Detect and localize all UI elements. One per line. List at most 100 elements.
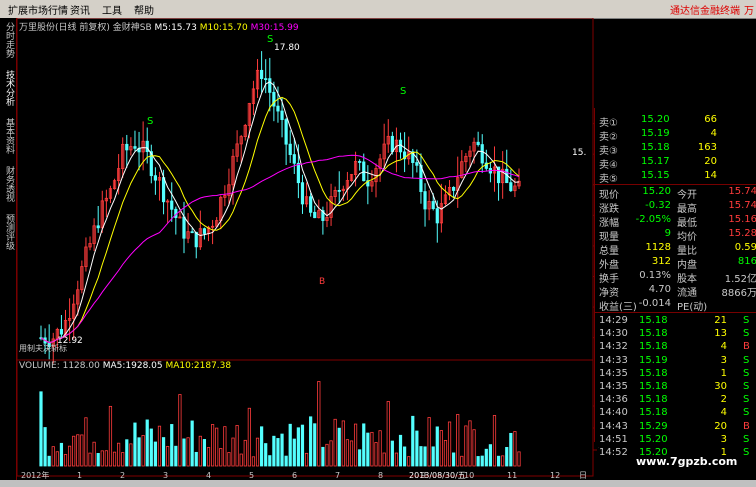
volume-bar <box>345 439 350 467</box>
sell-level-volume: 66 <box>704 114 717 125</box>
menu-tools[interactable]: 工具 <box>102 2 122 17</box>
tick-side: B <box>743 420 750 432</box>
tab-fundamentals[interactable]: 基本资料 <box>1 118 14 154</box>
volume-bar <box>431 446 435 467</box>
volume-bar <box>117 442 121 467</box>
tick-time: 14:40 <box>599 407 628 419</box>
quote-field-row[interactable]: 总量 1128 量比 0.59 <box>599 242 756 257</box>
kline-chart-svg[interactable]: 16.5016.0015.5015.0014.5014.0013.5013.00… <box>16 17 623 480</box>
tick-row[interactable]: 14:43 15.29 20 B <box>599 421 755 434</box>
quote-field-value: 9 <box>664 228 671 239</box>
sell-level-row[interactable]: 卖④ 15.17 20 <box>599 156 755 171</box>
quote-field-label: 净资 <box>599 288 619 299</box>
tick-volume: 3 <box>720 354 727 366</box>
tick-row[interactable]: 14:29 15.18 21 S <box>599 315 755 328</box>
quote-field-row[interactable]: 净资 4.70 流通 8866万 <box>599 284 756 299</box>
tick-time: 14:29 <box>599 315 628 326</box>
sell-level-price: 15.18 <box>641 142 670 153</box>
quote-field-label-2: 股本 <box>677 274 697 285</box>
sell-level-row[interactable]: 卖⑤ 15.15 14 <box>599 170 755 185</box>
volume-bar <box>398 434 403 467</box>
tick-row[interactable]: 14:35 15.18 30 S <box>599 381 755 394</box>
volume-bar <box>505 447 509 467</box>
quote-field-row[interactable]: 现价 15.20 今开 15.74 <box>599 186 756 201</box>
quote-field-row[interactable]: 收益(三) -0.014 PE(动) <box>599 298 755 313</box>
ma10-label: M10: <box>199 23 222 33</box>
volume-bar <box>84 417 88 467</box>
tick-row[interactable]: 14:33 15.19 3 S <box>599 355 755 368</box>
sell-level-row[interactable]: 卖② 15.19 4 <box>599 128 755 143</box>
volume-bar <box>145 419 149 467</box>
volume-bar <box>198 435 202 467</box>
volume-bar <box>268 455 272 467</box>
candle-body <box>170 200 174 210</box>
quote-field-label-2: 最低 <box>677 218 697 229</box>
stock-title: 万里股份(日线 前复权) <box>19 23 110 33</box>
volume-bar <box>452 452 456 467</box>
tick-row[interactable]: 14:30 15.18 13 S <box>599 328 755 341</box>
volume-bar <box>206 447 211 467</box>
volume-bar <box>247 407 251 467</box>
tick-volume: 13 <box>714 328 727 340</box>
volume-bar <box>321 446 325 467</box>
volume-bar <box>382 452 386 467</box>
candle-body <box>125 143 129 151</box>
main-chart-frame <box>16 17 594 361</box>
menu-extended-market[interactable]: 扩展市场行情 <box>8 2 68 17</box>
sell-level-row[interactable]: 卖① 15.20 66 <box>599 114 755 129</box>
quote-field-row[interactable]: 涨幅 -2.05% 最低 15.16 <box>599 214 756 229</box>
volume-bar <box>378 430 382 467</box>
tick-time: 14:32 <box>599 341 628 353</box>
sell-level-row[interactable]: 卖③ 15.18 163 <box>599 142 755 157</box>
tick-time: 14:35 <box>599 367 628 379</box>
volume-bar <box>488 444 493 467</box>
quote-field-value: 15.20 <box>642 186 671 197</box>
volume-bar <box>276 438 280 467</box>
quote-field-value: 312 <box>651 256 671 267</box>
tick-row[interactable]: 14:40 15.18 4 S <box>599 407 755 420</box>
quote-field-row[interactable]: 现量 9 均价 15.28 <box>599 228 756 243</box>
volume-bar <box>513 431 517 467</box>
tick-row[interactable]: 14:32 15.18 4 B <box>599 341 755 354</box>
volume-bar <box>309 416 313 467</box>
menu-help[interactable]: 帮助 <box>134 2 154 17</box>
volume-bar <box>149 428 153 467</box>
candle-body <box>435 208 439 224</box>
quote-field-value: -0.32 <box>645 200 671 211</box>
ma10-value: 15.70 <box>221 23 248 33</box>
volume-bar <box>255 437 260 467</box>
chart-area[interactable]: 16.5016.0015.5015.0014.5014.0013.5013.00… <box>16 17 623 480</box>
volume-bar <box>47 455 51 467</box>
date-axis-start: 2012年 <box>21 470 49 480</box>
sell-level-volume: 14 <box>704 170 717 181</box>
volume-bar <box>88 452 92 467</box>
tab-technical[interactable]: 技术分析 <box>1 70 14 106</box>
tick-side: S <box>743 407 750 419</box>
quote-field-label: 涨跌 <box>599 204 619 215</box>
volume-bar <box>194 451 198 467</box>
volume-bar <box>476 456 480 467</box>
volume-bar <box>460 455 464 467</box>
tick-row[interactable]: 14:51 15.20 3 S <box>599 434 755 447</box>
quote-field-row[interactable]: 外盘 312 内盘 816 <box>599 256 756 271</box>
volume-bar <box>43 427 47 467</box>
tick-price: 15.19 <box>639 354 668 366</box>
quote-field-value-2: 816 <box>737 256 756 267</box>
menu-news[interactable]: 资讯 <box>70 2 90 17</box>
candle-body <box>260 69 264 79</box>
quote-field-row[interactable]: 涨跌 -0.32 最高 15.74 <box>599 200 756 215</box>
tick-row[interactable]: 14:35 15.18 1 S <box>599 368 755 381</box>
volume-bar <box>292 438 296 467</box>
menu-bar: 扩展市场行情 资讯 工具 帮助 通达信金融终端 万 <box>0 0 756 19</box>
tick-time: 14:51 <box>599 433 628 445</box>
volume-bar <box>509 432 513 467</box>
tick-row[interactable]: 14:36 15.18 2 S <box>599 394 755 407</box>
volume-bar <box>72 435 76 467</box>
date-axis-month: 12 <box>550 471 560 480</box>
tab-intraday[interactable]: 分时走势 <box>1 22 14 58</box>
tab-financials[interactable]: 财务透视 <box>1 166 14 202</box>
quote-field-row[interactable]: 换手 0.13% 股本 1.52亿 <box>599 270 756 285</box>
volume-bar <box>202 439 207 467</box>
tab-forecast[interactable]: 预测评级 <box>1 214 14 250</box>
volume-info: VOLUME: 1128.00 MA5:1928.05 MA10:2187.38 <box>19 361 231 371</box>
